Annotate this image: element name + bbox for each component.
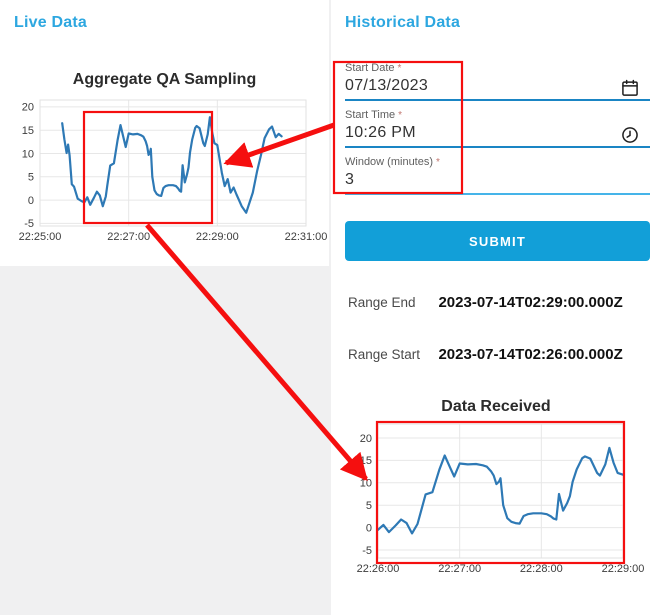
- live-chart: 20 15 10 5 0 -522:25:00 22:27:00 22:29:00 22:31:…: [19, 99, 328, 243]
- range-start-value: 2023-07-14T02:26:00.000Z: [438, 346, 623, 363]
- svg-text:22:27:00: 22:27:00: [438, 563, 481, 575]
- svg-text:0: 0: [366, 522, 372, 534]
- svg-text:10: 10: [22, 148, 34, 160]
- start-date-value: 07/13/2023: [345, 77, 429, 94]
- window-minutes-underline: [345, 193, 650, 195]
- svg-text:22:29:00: 22:29:00: [196, 231, 239, 243]
- svg-text:-5: -5: [362, 545, 372, 557]
- range-end-row: Range End 2023-07-14T02:29:00.000Z: [348, 294, 623, 312]
- required-asterisk: *: [436, 157, 440, 168]
- window-minutes-label: Window (minutes) *: [345, 156, 440, 168]
- submit-button[interactable]: SUBMIT: [345, 221, 650, 261]
- app: Live Data Aggregate QA Sampling 20 15 10 5 0…: [0, 0, 661, 615]
- live-data-panel: Live Data Aggregate QA Sampling 20 15 10 5 0…: [0, 0, 329, 266]
- svg-text:20: 20: [360, 433, 372, 445]
- svg-text:0: 0: [28, 195, 34, 207]
- start-time-field[interactable]: Start Time * 10:26 PM: [345, 109, 650, 148]
- required-asterisk: *: [398, 110, 403, 121]
- range-end-value: 2023-07-14T02:29:00.000Z: [438, 294, 623, 311]
- live-data-header: Live Data: [14, 14, 87, 31]
- start-time-value: 10:26 PM: [345, 124, 416, 141]
- window-minutes-value: 3: [345, 171, 355, 188]
- required-asterisk: *: [397, 63, 402, 74]
- start-date-field[interactable]: Start Date * 07/13/2023: [345, 62, 650, 101]
- svg-text:22:28:00: 22:28:00: [520, 563, 563, 575]
- svg-text:10: 10: [360, 478, 372, 490]
- range-start-row: Range Start 2023-07-14T02:26:00.000Z: [348, 346, 623, 364]
- data-received-chart-title: Data Received: [441, 398, 551, 415]
- range-start-label: Range Start: [348, 347, 421, 362]
- svg-text:22:31:00: 22:31:00: [285, 231, 328, 243]
- range-end-label: Range End: [348, 295, 416, 310]
- historical-data-header: Historical Data: [345, 14, 461, 31]
- svg-text:22:26:00: 22:26:00: [357, 563, 400, 575]
- calendar-icon[interactable]: [620, 78, 640, 98]
- svg-text:22:27:00: 22:27:00: [107, 231, 150, 243]
- start-date-underline: [345, 99, 650, 101]
- svg-text:-5: -5: [24, 218, 34, 230]
- svg-text:5: 5: [28, 172, 34, 184]
- window-minutes-field[interactable]: Window (minutes) * 3: [345, 156, 650, 195]
- svg-text:20: 20: [22, 102, 34, 114]
- historical-data-panel: Historical Data Start Date * 07/13/2023 S…: [331, 0, 661, 615]
- live-chart-title: Aggregate QA Sampling: [72, 71, 257, 88]
- svg-text:15: 15: [22, 125, 34, 137]
- start-time-underline: [345, 146, 650, 148]
- svg-text:22:29:00: 22:29:00: [602, 563, 645, 575]
- svg-text:22:25:00: 22:25:00: [19, 231, 62, 243]
- start-date-label: Start Date *: [345, 62, 402, 74]
- start-time-label: Start Time *: [345, 109, 403, 121]
- svg-text:5: 5: [366, 500, 372, 512]
- data-received-chart: 20 15 10 5 0 -5 22:26:00 22:27:00 22:28:00 22:29:…: [357, 423, 645, 575]
- clock-icon[interactable]: [620, 125, 640, 145]
- svg-text:15: 15: [360, 455, 372, 467]
